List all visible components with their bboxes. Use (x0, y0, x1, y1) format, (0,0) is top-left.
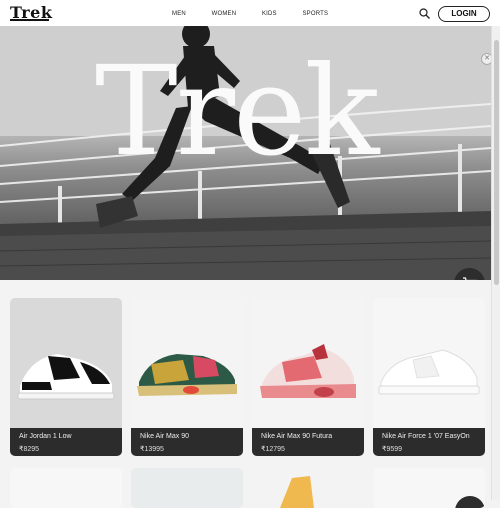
sneaker-image (260, 344, 356, 398)
cart-button[interactable] (455, 496, 485, 508)
hero-title: Trek (95, 40, 380, 184)
main-menu: MEN WOMEN KIDS SPORTS (172, 11, 352, 17)
menu-item-women[interactable]: WOMEN (212, 11, 237, 17)
sneaker-image (17, 354, 115, 400)
close-icon[interactable]: ✕ (481, 53, 491, 65)
hero-banner: Trek ✕ (0, 26, 491, 280)
product-label: Air Jordan 1 Low ₹8295 (10, 428, 122, 456)
product-name: Nike Air Max 90 Futura (261, 433, 333, 440)
search-icon[interactable] (419, 8, 430, 19)
menu-item-kids[interactable]: KIDS (262, 11, 277, 17)
cart-button[interactable] (454, 268, 485, 280)
product-name: Nike Air Max 90 (140, 433, 190, 440)
product-card[interactable] (10, 468, 122, 508)
product-image (131, 298, 243, 428)
product-label: Nike Air Max 90 Futura ₹12795 (252, 428, 364, 456)
sneaker-image (137, 354, 237, 396)
product-card[interactable] (131, 468, 243, 508)
cart-icon (463, 277, 477, 280)
top-navbar: Trek MEN WOMEN KIDS SPORTS LOGIN (0, 0, 500, 27)
product-price: ₹13995 (140, 446, 164, 453)
login-button[interactable]: LOGIN (438, 6, 490, 22)
product-card[interactable]: Nike Air Force 1 '07 EasyOn ₹9599 (373, 298, 485, 456)
product-card[interactable]: Air Jordan 1 Low ₹8295 (10, 298, 122, 456)
menu-item-sports[interactable]: SPORTS (302, 11, 328, 17)
product-price: ₹8295 (19, 446, 40, 453)
menu-item-men[interactable]: MEN (172, 11, 186, 17)
product-name: Air Jordan 1 Low (19, 433, 72, 440)
product-name: Nike Air Force 1 '07 EasyOn (382, 433, 470, 440)
product-label: Nike Air Max 90 ₹13995 (131, 428, 243, 456)
product-card[interactable] (252, 468, 364, 508)
product-card[interactable] (373, 468, 485, 508)
product-card[interactable]: Nike Air Max 90 Futura ₹12795 (252, 298, 364, 456)
product-image (10, 298, 122, 428)
scrollbar-thumb[interactable] (494, 40, 499, 285)
page-scrollbar[interactable] (491, 26, 500, 500)
product-image (373, 298, 485, 428)
product-price: ₹12795 (261, 446, 285, 453)
product-card[interactable]: Nike Air Max 90 ₹13995 (131, 298, 243, 456)
product-label: Nike Air Force 1 '07 EasyOn ₹9599 (373, 428, 485, 456)
product-price: ₹9599 (382, 446, 403, 453)
logo-underline (10, 19, 49, 21)
sneaker-image (378, 349, 480, 395)
product-image (280, 476, 314, 508)
product-image (252, 298, 364, 428)
